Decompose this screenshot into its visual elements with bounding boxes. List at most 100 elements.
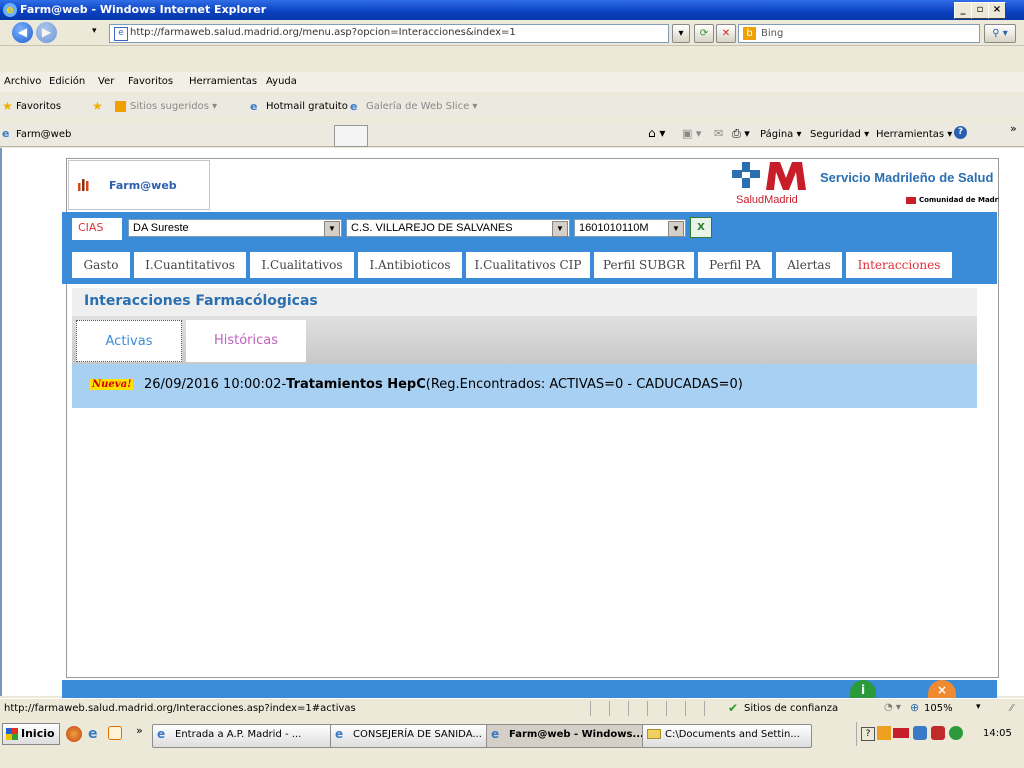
help-icon[interactable]: ? bbox=[954, 126, 967, 139]
menu-archivo[interactable]: Archivo bbox=[4, 76, 41, 87]
tab-i-cuantitativos[interactable]: I.Cuantitativos bbox=[134, 252, 246, 278]
mail-icon[interactable]: ✉ bbox=[714, 127, 723, 140]
quicklaunch-overflow-icon[interactable]: » bbox=[136, 724, 143, 737]
firefox-quicklaunch-icon[interactable] bbox=[66, 726, 82, 742]
address-input[interactable]: e http://farmaweb.salud.madrid.org/menu.… bbox=[109, 24, 669, 43]
favorite-sitios-sugeridos[interactable]: Sitios sugeridos ▾ bbox=[130, 101, 217, 112]
centro-select-value: C.S. VILLAREJO DE SALVANES bbox=[351, 222, 513, 234]
menu-ayuda[interactable]: Ayuda bbox=[266, 76, 297, 87]
window-title-bar: e Farm@web - Windows Internet Explorer _… bbox=[0, 0, 1024, 20]
start-button[interactable]: Inicio bbox=[2, 723, 60, 745]
zoom-level[interactable]: 105% bbox=[924, 703, 953, 714]
command-seguridad[interactable]: Seguridad ▾ bbox=[810, 129, 869, 140]
app-logo[interactable]: Farm@web bbox=[68, 160, 210, 210]
ie-icon: e bbox=[157, 727, 166, 741]
close-session-icon[interactable]: × bbox=[928, 680, 956, 698]
favorite-hotmail[interactable]: Hotmail gratuito bbox=[266, 101, 348, 112]
section-title: Interacciones Farmacólogicas bbox=[84, 293, 318, 309]
favorites-bar: ★ Favoritos ★ Sitios sugeridos ▾ e Hotma… bbox=[0, 96, 1024, 118]
back-button[interactable]: ◀ bbox=[12, 22, 33, 43]
search-button[interactable]: ⚲ ▾ bbox=[984, 24, 1016, 43]
taskbar-item-entrada[interactable]: Entrada a A.P. Madrid - ... bbox=[152, 724, 348, 748]
start-label: Inicio bbox=[21, 727, 55, 740]
brand-title: Servicio Madrileño de Salud bbox=[820, 170, 994, 185]
taskbar-item-consejeria[interactable]: CONSEJERÍA DE SANIDA... bbox=[330, 724, 504, 748]
zoom-icon[interactable]: ⊕ bbox=[910, 701, 919, 714]
overflow-chevron-icon[interactable]: » bbox=[1010, 122, 1017, 135]
tray-madrid-icon[interactable] bbox=[893, 728, 909, 738]
search-engine-label: Bing bbox=[761, 28, 784, 39]
home-icon[interactable]: ⌂ ▾ bbox=[648, 126, 665, 140]
stop-icon[interactable]: ✕ bbox=[716, 24, 736, 43]
close-button[interactable]: × bbox=[988, 2, 1006, 19]
favorite-web-slice[interactable]: Galería de Web Slice ▾ bbox=[366, 101, 477, 112]
interaction-date: 26/09/2016 10:00:02- bbox=[144, 377, 287, 392]
interaction-text: 26/09/2016 10:00:02-Tratamientos HepC(Re… bbox=[144, 377, 743, 392]
tray-app-icon[interactable] bbox=[877, 726, 891, 740]
menu-herramientas[interactable]: Herramientas bbox=[189, 76, 257, 87]
taskbar-item-farmaweb[interactable]: Farm@web - Windows... bbox=[486, 724, 660, 748]
cias-select[interactable]: 1601010110M ▼ bbox=[574, 219, 686, 237]
tab-i-cualitativos[interactable]: I.Cualitativos bbox=[250, 252, 354, 278]
centro-select[interactable]: C.S. VILLAREJO DE SALVANES ▼ bbox=[346, 219, 570, 237]
address-dropdown-button[interactable]: ▾ bbox=[672, 24, 690, 43]
interaction-row[interactable]: Nueva! 26/09/2016 10:00:02-Tratamientos … bbox=[72, 364, 977, 408]
new-tab-button[interactable] bbox=[334, 125, 368, 147]
area-select[interactable]: DA Sureste ▼ bbox=[128, 219, 342, 237]
tab-perfil-pa[interactable]: Perfil PA bbox=[698, 252, 772, 278]
rss-icon[interactable]: ▣ ▾ bbox=[682, 127, 701, 140]
page-footer-bar: i × bbox=[62, 680, 997, 698]
system-tray: ? 14:05 bbox=[856, 722, 1022, 746]
command-herramientas[interactable]: Herramientas ▾ bbox=[876, 129, 952, 140]
resize-grip-icon[interactable]: ⁄⁄ bbox=[1010, 703, 1013, 714]
salud-madrid-text: SaludMadrid bbox=[736, 194, 798, 206]
clock[interactable]: 14:05 bbox=[983, 728, 1012, 739]
favorites-label[interactable]: Favoritos bbox=[16, 101, 61, 112]
tab-gasto[interactable]: Gasto bbox=[72, 252, 130, 278]
add-favorite-icon[interactable]: ★ bbox=[92, 99, 103, 113]
zoom-chevron-icon[interactable]: ▾ bbox=[976, 702, 981, 712]
minimize-button[interactable]: _ bbox=[954, 2, 972, 19]
maximize-button[interactable]: ▫ bbox=[971, 2, 989, 19]
taskbar-item-documents[interactable]: C:\Documents and Settin... bbox=[642, 724, 812, 748]
windows-logo-icon bbox=[6, 728, 18, 740]
tab-perfil-subgr[interactable]: Perfil SUBGR bbox=[594, 252, 694, 278]
salud-madrid-logo: SaludMadrid bbox=[732, 160, 812, 208]
menu-ver[interactable]: Ver bbox=[98, 76, 114, 87]
forward-button[interactable]: ▶ bbox=[36, 22, 57, 43]
search-input[interactable]: b Bing bbox=[738, 24, 980, 43]
checkmark-icon: ✔ bbox=[728, 701, 739, 715]
window-title: Farm@web - Windows Internet Explorer bbox=[20, 3, 267, 16]
quicklaunch-icon[interactable] bbox=[108, 726, 122, 740]
protected-mode-icon[interactable]: ◔ ▾ bbox=[884, 702, 901, 713]
menu-favoritos[interactable]: Favoritos bbox=[128, 76, 173, 87]
help-tray-icon[interactable]: ? bbox=[861, 727, 875, 741]
excel-export-icon[interactable]: X bbox=[690, 217, 712, 238]
tab-i-cualitativos-cip[interactable]: I.Cualitativos CIP bbox=[466, 252, 590, 278]
ie-icon: e bbox=[350, 100, 358, 113]
tab-title[interactable]: Farm@web bbox=[16, 129, 71, 140]
new-badge: Nueva! bbox=[90, 379, 134, 390]
tray-network-icon[interactable] bbox=[913, 726, 927, 740]
subtab-historicas[interactable]: Históricas bbox=[186, 320, 306, 362]
zone-label: Sitios de confianza bbox=[744, 703, 839, 714]
tab-interacciones[interactable]: Interacciones bbox=[846, 252, 952, 278]
command-pagina[interactable]: Página ▾ bbox=[760, 129, 802, 140]
dropdown-chevron-icon[interactable]: ▾ bbox=[92, 26, 97, 36]
subtab-activas[interactable]: Activas bbox=[76, 320, 182, 362]
cias-label: CIAS bbox=[72, 218, 122, 240]
chevron-down-icon: ▼ bbox=[668, 221, 684, 237]
tray-update-icon[interactable] bbox=[949, 726, 963, 740]
ie-quicklaunch-icon[interactable]: e bbox=[88, 726, 98, 742]
tray-security-icon[interactable] bbox=[931, 726, 945, 740]
tab-i-antibioticos[interactable]: I.Antibioticos bbox=[358, 252, 462, 278]
refresh-icon[interactable]: ⟳ bbox=[694, 24, 714, 43]
print-icon[interactable]: ⎙ ▾ bbox=[732, 127, 750, 141]
tab-alertas[interactable]: Alertas bbox=[776, 252, 842, 278]
menu-edicion[interactable]: Edición bbox=[49, 76, 85, 87]
comunidad-text: Comunidad de Madrid bbox=[919, 196, 999, 204]
info-icon[interactable]: i bbox=[850, 680, 876, 698]
ie-icon: e bbox=[335, 727, 344, 741]
interaction-title: Tratamientos HepC bbox=[286, 377, 426, 392]
chevron-down-icon: ▼ bbox=[324, 221, 340, 237]
